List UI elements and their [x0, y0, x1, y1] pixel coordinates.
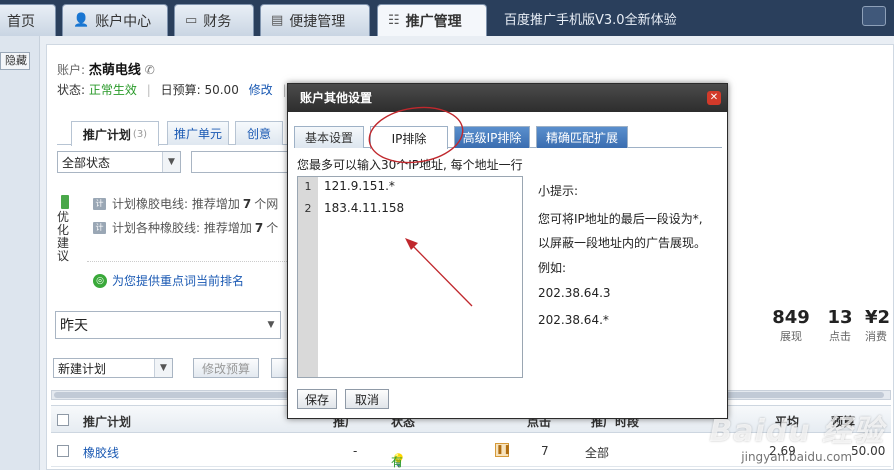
edit-budget-link[interactable]: 修改 — [249, 83, 273, 97]
mobile-promo-link[interactable]: 百度推广手机版V3.0全新体验 — [496, 0, 677, 36]
top-navigation: 首页 👤 账户中心 ▭ 财务 ▤ 便捷管理 ☷ 推广管理 百度推广手机版V3.0… — [0, 0, 894, 36]
subtab-plans-count: (3) — [132, 128, 148, 140]
tab-quick-manage[interactable]: ▤ 便捷管理 — [260, 4, 370, 36]
battery-icon — [61, 195, 69, 209]
suggestion-item: 计 计划各种橡胶线: 推荐增加 7 个 — [93, 219, 278, 236]
stat-cost: ¥2 消费 — [865, 307, 891, 343]
dialog-tabs: 基本设置 IP排除 高级IP排除 精确匹配扩展 — [294, 122, 722, 149]
suggestion-item: 计 计划橡胶电线: 推荐增加 7 个网 — [93, 195, 278, 212]
tab-promotion-manage[interactable]: ☷ 推广管理 — [377, 4, 487, 36]
tab-ip-exclusion[interactable]: IP排除 — [370, 126, 448, 149]
grid-icon: ☷ — [388, 13, 400, 28]
tips-example: 202.38.64.3 — [538, 286, 611, 300]
tips-example-label: 例如: — [538, 261, 567, 275]
search-input[interactable] — [191, 151, 291, 173]
row-promotion: - — [353, 444, 358, 458]
tab-advanced-ip-exclusion[interactable]: 高级IP排除 — [454, 126, 530, 148]
tips-example: 202.38.64.* — [538, 313, 609, 327]
chevron-down-icon: ▼ — [154, 359, 172, 377]
user-icon: 👤 — [73, 13, 90, 28]
window-control-button[interactable] — [862, 6, 886, 26]
stat-impressions: 849 展现 — [772, 307, 810, 343]
header-plan[interactable]: 推广计划 — [83, 413, 131, 430]
dialog-title: 账户其他设置 — [288, 84, 727, 112]
row-clicks: 7 — [541, 444, 549, 458]
line-number: 2 — [304, 202, 312, 215]
watermark-logo: Baidu 经验 — [709, 414, 884, 449]
subtab-creative-label: 创意 — [246, 127, 271, 141]
date-range-value: 昨天 — [60, 318, 88, 334]
date-range-select[interactable]: 昨天 ▼ — [55, 311, 281, 339]
status-filter-value: 全部状态 — [62, 155, 111, 170]
tab-home[interactable]: 首页 — [0, 4, 56, 36]
account-line: 账户: 杰萌电线 ✆ — [57, 59, 155, 78]
baidu-jingyan-watermark: Baidu 经验 jingyan.baidu.com — [709, 406, 884, 464]
account-name: 杰萌电线 — [88, 63, 141, 78]
ip-entry: 183.4.11.158 — [324, 201, 405, 215]
wallet-icon: ▭ — [185, 13, 198, 28]
subtab-plans-label: 推广计划 — [82, 127, 131, 142]
line-number: 1 — [304, 180, 312, 193]
tab-account-center-label: 账户中心 — [95, 13, 152, 30]
tab-finance-label: 财务 — [203, 13, 232, 30]
keyword-rank-link[interactable]: ◎ 为您提供重点词当前排名 — [93, 272, 244, 289]
tips-line: 您可将IP地址的最后一段设为*, — [538, 212, 703, 226]
budget-label: 日预算: — [160, 83, 201, 97]
chevron-down-icon: ▼ — [162, 152, 180, 172]
subtab-plans[interactable]: 推广计划 (3) — [71, 121, 159, 146]
budget-value: 50.00 — [204, 83, 239, 97]
plan-tag-icon: 计 — [93, 197, 106, 210]
tab-exact-match-extension[interactable]: 精确匹配扩展 — [536, 126, 628, 148]
tab-quick-manage-label: 便捷管理 — [289, 13, 346, 30]
status-value: 正常生效 — [88, 83, 137, 97]
cancel-button[interactable]: 取消 — [345, 389, 389, 409]
plan-tag-icon: 计 — [93, 221, 106, 234]
status-filter-select[interactable]: 全部状态 ▼ — [57, 151, 181, 173]
tips-line: 以屏蔽一段地址内的广告展现。 — [538, 236, 707, 250]
tab-account-center[interactable]: 👤 账户中心 — [62, 4, 168, 36]
ip-entry: 121.9.151.* — [324, 179, 395, 193]
tab-home-label: 首页 — [7, 13, 35, 30]
optimization-suggestions-title: 优化建议 — [57, 195, 73, 263]
edit-budget-button[interactable]: 修改预算 — [193, 358, 259, 378]
tab-promotion-manage-label: 推广管理 — [405, 13, 462, 30]
account-settings-dialog: 账户其他设置 ✕ 基本设置 IP排除 高级IP排除 精确匹配扩展 您最多可以输入… — [287, 83, 728, 419]
subtab-units[interactable]: 推广单元 — [167, 121, 229, 145]
status-label: 状态: — [57, 83, 86, 97]
phone-icon: ✆ — [144, 63, 155, 77]
chevron-down-icon: ▼ — [262, 312, 280, 338]
refresh-icon: ◎ — [93, 273, 107, 288]
subtab-creative[interactable]: 创意 — [235, 121, 283, 145]
mobile-promo-text: 百度推广手机版V3.0全新体验 — [504, 12, 677, 28]
row-period: 全部 — [585, 446, 610, 460]
tab-finance[interactable]: ▭ 财务 — [174, 4, 254, 36]
account-prefix: 账户: — [57, 63, 86, 77]
ip-limit-hint: 您最多可以输入30个IP地址, 每个地址一行 — [297, 158, 523, 172]
calendar-icon: ▤ — [271, 13, 284, 28]
pause-button[interactable]: ❚❚ — [495, 443, 511, 457]
stat-clicks: 13 点击 — [827, 307, 853, 343]
save-button[interactable]: 保存 — [297, 389, 337, 409]
row-checkbox[interactable] — [57, 445, 69, 457]
select-all-checkbox[interactable] — [57, 414, 69, 426]
subtab-units-label: 推广单元 — [173, 127, 222, 141]
watermark-url: jingyan.baidu.com — [741, 450, 853, 464]
tab-basic-settings[interactable]: 基本设置 — [294, 126, 364, 148]
account-status-line: 状态: 正常生效 | 日预算: 50.00 修改 | — [57, 83, 287, 97]
new-plan-select[interactable]: 新建计划 ▼ — [53, 358, 173, 378]
left-sidebar: 隐藏 — [0, 36, 40, 470]
close-icon[interactable]: ✕ — [707, 91, 721, 105]
hide-sidebar-button[interactable]: 隐藏 — [0, 52, 30, 70]
plan-name-link[interactable]: 橡胶线 — [83, 444, 119, 461]
ip-list-textarea[interactable]: 1 2 121.9.151.* 183.4.11.158 — [297, 176, 523, 378]
tips-title: 小提示: — [538, 184, 579, 198]
